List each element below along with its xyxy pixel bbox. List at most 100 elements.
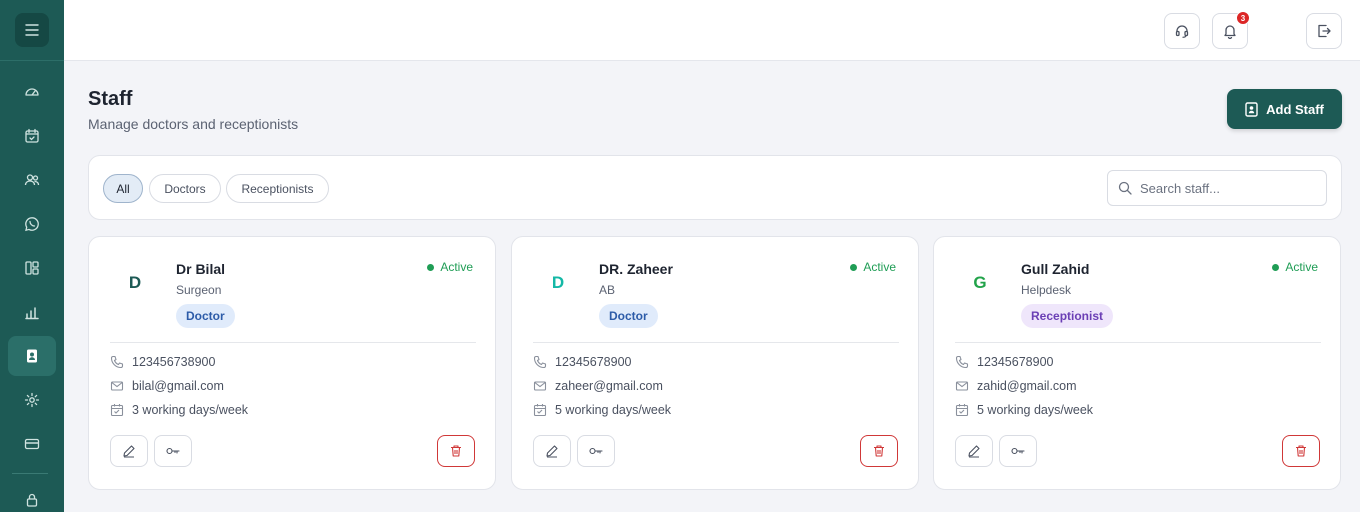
phone-icon bbox=[533, 355, 547, 369]
card-divider bbox=[955, 342, 1321, 343]
pencil-icon bbox=[123, 445, 135, 458]
email-value: bilal@gmail.com bbox=[132, 379, 224, 393]
schedule-value: 3 working days/week bbox=[132, 403, 249, 417]
sidebar-item-staff[interactable] bbox=[8, 336, 56, 376]
bar-chart-icon bbox=[25, 307, 39, 320]
avatar-initial: G bbox=[973, 273, 987, 292]
card-divider bbox=[110, 342, 476, 343]
add-staff-label: Add Staff bbox=[1266, 101, 1324, 117]
key-icon bbox=[1011, 447, 1025, 455]
edit-button[interactable] bbox=[955, 435, 993, 467]
filter-tab-doctors[interactable]: Doctors bbox=[149, 174, 221, 203]
menu-toggle-button[interactable] bbox=[15, 13, 49, 47]
schedule-value: 5 working days/week bbox=[977, 403, 1094, 417]
status-label: Active bbox=[440, 260, 473, 274]
notifications-button[interactable]: 3 bbox=[1212, 11, 1250, 49]
lock-icon bbox=[26, 493, 38, 507]
calendar-icon bbox=[110, 404, 124, 417]
notification-count-badge: 3 bbox=[1236, 11, 1250, 25]
trash-icon bbox=[1296, 445, 1306, 457]
status-label: Active bbox=[863, 260, 896, 274]
hamburger-icon bbox=[25, 24, 39, 36]
pencil-icon bbox=[968, 445, 980, 458]
logout-button[interactable] bbox=[1306, 13, 1342, 49]
calendar-icon bbox=[955, 404, 969, 417]
staff-role: Surgeon bbox=[176, 283, 222, 297]
card-divider bbox=[533, 342, 899, 343]
phone-value: 123456738900 bbox=[132, 355, 216, 369]
phone-value: 12345678900 bbox=[977, 355, 1054, 369]
staff-name: Gull Zahid bbox=[1021, 261, 1090, 277]
sidebar-item-whatsapp[interactable] bbox=[8, 204, 56, 244]
trash-icon bbox=[874, 445, 884, 457]
trash-icon bbox=[451, 445, 461, 457]
staff-role: AB bbox=[599, 283, 616, 297]
page-subtitle: Manage doctors and receptionists bbox=[88, 116, 299, 132]
filter-bar: All Doctors Receptionists bbox=[88, 155, 1342, 220]
sidebar-item-layout[interactable] bbox=[8, 248, 56, 288]
key-icon bbox=[166, 447, 180, 455]
reset-password-button[interactable] bbox=[154, 435, 192, 467]
calendar-check-icon bbox=[25, 128, 39, 143]
staff-card: D Dr Bilal Surgeon Doctor Active 123456738900… bbox=[88, 236, 496, 490]
filter-tab-all[interactable]: All bbox=[103, 174, 143, 203]
staff-name: DR. Zaheer bbox=[599, 261, 673, 277]
search-icon bbox=[1118, 181, 1132, 195]
headset-icon bbox=[1175, 25, 1189, 38]
staff-type-badge: Doctor bbox=[599, 304, 658, 328]
status-indicator: Active bbox=[427, 260, 473, 274]
mail-icon bbox=[110, 381, 124, 391]
sidebar-item-reports[interactable] bbox=[8, 292, 56, 332]
search-box bbox=[1107, 170, 1327, 206]
search-input[interactable] bbox=[1140, 180, 1310, 196]
avatar-initial: D bbox=[551, 273, 565, 292]
mail-icon bbox=[533, 381, 547, 391]
status-dot bbox=[1272, 263, 1280, 271]
schedule-row: 3 working days/week bbox=[110, 403, 248, 417]
staff-card: G Gull Zahid Helpdesk Receptionist Active 123… bbox=[933, 236, 1341, 490]
status-dot bbox=[427, 263, 435, 271]
status-dot bbox=[850, 263, 858, 271]
phone-row: 12345678900 bbox=[955, 355, 1053, 369]
schedule-value: 5 working days/week bbox=[555, 403, 672, 417]
sidebar-item-settings[interactable] bbox=[8, 380, 56, 420]
sidebar-item-billing[interactable] bbox=[8, 424, 56, 464]
delete-button[interactable] bbox=[1282, 435, 1320, 467]
mail-icon bbox=[955, 381, 969, 391]
staff-name: Dr Bilal bbox=[176, 261, 226, 277]
reset-password-button[interactable] bbox=[999, 435, 1037, 467]
delete-button[interactable] bbox=[437, 435, 475, 467]
add-staff-button[interactable]: Add Staff bbox=[1227, 89, 1342, 129]
phone-row: 123456738900 bbox=[110, 355, 215, 369]
phone-icon bbox=[110, 355, 124, 369]
key-icon bbox=[589, 447, 603, 455]
staff-badge-icon bbox=[27, 349, 37, 363]
phone-value: 12345678900 bbox=[555, 355, 632, 369]
phone-row: 12345678900 bbox=[533, 355, 631, 369]
status-indicator: Active bbox=[850, 260, 896, 274]
email-value: zaheer@gmail.com bbox=[555, 379, 663, 393]
email-row: zahid@gmail.com bbox=[955, 379, 1077, 393]
page-title: Staff bbox=[88, 88, 133, 110]
sidebar-item-dashboard[interactable] bbox=[8, 72, 56, 112]
status-label: Active bbox=[1285, 260, 1318, 274]
sidebar bbox=[0, 0, 64, 512]
status-indicator: Active bbox=[1272, 260, 1318, 274]
filter-tab-receptionists[interactable]: Receptionists bbox=[226, 174, 329, 203]
dashboard-gauge-icon bbox=[25, 88, 39, 96]
email-row: zaheer@gmail.com bbox=[533, 379, 663, 393]
reset-password-button[interactable] bbox=[577, 435, 615, 467]
avatar-initial: D bbox=[128, 273, 142, 292]
sidebar-item-appointments[interactable] bbox=[8, 116, 56, 156]
sidebar-item-patients[interactable] bbox=[8, 160, 56, 200]
email-row: bilal@gmail.com bbox=[110, 379, 224, 393]
edit-button[interactable] bbox=[110, 435, 148, 467]
staff-card: D DR. Zaheer AB Doctor Active 12345678900 zahe… bbox=[511, 236, 919, 490]
settings-gear-icon bbox=[24, 392, 40, 408]
staff-type-badge: Doctor bbox=[176, 304, 235, 328]
sidebar-item-lock[interactable] bbox=[8, 480, 56, 512]
support-button[interactable] bbox=[1164, 13, 1200, 49]
delete-button[interactable] bbox=[860, 435, 898, 467]
edit-button[interactable] bbox=[533, 435, 571, 467]
topbar: 3 bbox=[64, 0, 1360, 61]
